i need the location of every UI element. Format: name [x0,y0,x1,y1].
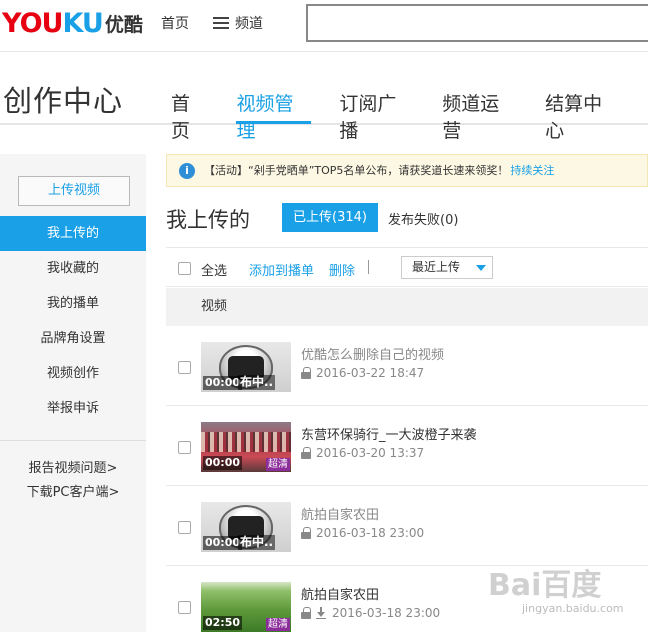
baidu-watermark-url: jingyan.baidu.com [522,602,624,615]
nav-tab-4[interactable]: 结算中心 [545,89,620,142]
delete-button[interactable]: 删除 [329,260,355,279]
sidebar-item-0[interactable]: 我上传的 [0,216,146,251]
creator-header: 创作中心 首页 视频管理 订阅广播 频道运营 结算中心 [0,53,648,142]
info-icon: i [179,162,195,179]
video-row: 00:00 超清 东营环保骑行_一大波橙子来袭 2016-03-20 13:37 [166,406,648,486]
video-checkbox[interactable] [178,601,191,614]
menu-icon [213,16,229,30]
download-icon [316,607,326,619]
video-date: 2016-03-20 13:37 [316,446,425,460]
section-title: 我上传的 [166,208,250,232]
video-thumbnail[interactable]: 00:00 超清 [201,422,291,472]
select-all-label[interactable]: 全选 [201,260,227,279]
baidu-watermark: Bai百度 [488,568,602,603]
notice-link[interactable]: 持续关注 [510,155,554,186]
publishing-overlay: 布中.. [238,535,276,550]
lock-icon [301,607,311,619]
video-checkbox[interactable] [178,521,191,534]
youku-logo[interactable]: YOU KU 优酷 [2,7,143,39]
sidebar-item-5[interactable]: 举报申诉 [0,391,146,426]
thumb-crowd [201,432,291,452]
video-duration: 02:50 [203,616,243,630]
chevron-down-icon [476,265,486,271]
top-home-link[interactable]: 首页 [161,13,189,33]
lock-icon [301,447,311,459]
video-duration: 00:00 [203,376,243,390]
sidebar-links: 报告视频问题> 下载PC客户端> [0,457,146,505]
logo-ku: KU [62,7,103,39]
video-meta: 2016-03-18 23:00 [301,606,440,620]
sidebar-divider [0,440,146,441]
activity-notice: i 【活动】“剁手党晒单”TOP5名单公布，请获奖道长速来领奖！ 持续关注 [166,154,648,187]
tab-uploaded[interactable]: 已上传(314) [282,203,378,232]
notice-text: 【活动】“剁手党晒单”TOP5名单公布，请获奖道长速来领奖！ [204,164,509,177]
video-date: 2016-03-22 18:47 [316,366,425,380]
video-checkbox[interactable] [178,361,191,374]
tab-failed[interactable]: 发布失败(0) [388,209,458,228]
top-channel-label: 频道 [235,16,263,32]
top-bar: YOU KU 优酷 首页 频道 [0,0,648,52]
video-title[interactable]: 航拍自家农田 [301,584,379,603]
sidebar-link-0[interactable]: 报告视频问题> [0,457,146,481]
sort-dropdown[interactable]: 最近上传 [401,256,493,279]
logo-you: YOU [2,7,63,39]
lock-icon [301,527,311,539]
hd-badge: 超清 [266,458,290,471]
hd-badge: 超清 [266,618,290,631]
nav-tab-3[interactable]: 频道运营 [442,89,517,142]
select-all-checkbox[interactable] [178,262,191,275]
sort-value: 最近上传 [412,260,461,274]
video-meta: 2016-03-20 13:37 [301,446,424,460]
add-to-playlist-button[interactable]: 添加到播单 [249,260,314,279]
upload-video-button[interactable]: 上传视频 [18,176,130,206]
video-date: 2016-03-18 23:00 [316,526,425,540]
sidebar-item-3[interactable]: 品牌角设置 [0,321,146,356]
video-duration: 00:00 [203,456,243,470]
list-toolbar: 全选 添加到播单 删除 最近上传 [166,247,648,287]
video-date: 2016-03-18 23:00 [332,606,441,620]
video-meta: 2016-03-22 18:47 [301,366,424,380]
sidebar: 上传视频 我上传的 我收藏的 我的播单 品牌角设置 视频创作 举报申诉 报告视频问题> 下载… [0,154,146,632]
top-channel-menu[interactable]: 频道 [213,13,263,33]
page-title: 创作中心 [3,84,124,118]
logo-cn: 优酷 [104,13,143,36]
video-meta: 2016-03-18 23:00 [301,526,424,540]
sidebar-item-2[interactable]: 我的播单 [0,286,146,321]
video-title[interactable]: 东营环保骑行_一大波橙子来袭 [301,424,477,443]
search-input[interactable] [306,4,648,42]
video-duration: 00:00 [203,536,243,550]
toolbar-divider [368,260,369,274]
video-title[interactable]: 航拍自家农田 [301,504,379,523]
sidebar-menu: 我上传的 我收藏的 我的播单 品牌角设置 视频创作 举报申诉 [0,216,146,426]
nav-tab-2[interactable]: 订阅广播 [339,89,414,142]
sidebar-link-1[interactable]: 下载PC客户端> [0,481,146,505]
publishing-overlay: 布中.. [238,375,276,390]
video-checkbox[interactable] [178,441,191,454]
nav-tab-0[interactable]: 首页 [171,89,208,142]
video-title[interactable]: 优酷怎么删除自己的视频 [301,344,444,363]
video-thumbnail[interactable]: 00:00 布中.. [201,342,291,392]
nav-tab-1[interactable]: 视频管理 [236,89,312,142]
main-nav: 首页 视频管理 订阅广播 频道运营 结算中心 [171,89,648,142]
sidebar-item-1[interactable]: 我收藏的 [0,251,146,286]
sidebar-item-4[interactable]: 视频创作 [0,356,146,391]
video-row: 00:00 布中.. 航拍自家农田 2016-03-18 23:00 [166,486,648,566]
video-thumbnail[interactable]: 00:00 布中.. [201,502,291,552]
lock-icon [301,367,311,379]
video-row: 00:00 布中.. 优酷怎么删除自己的视频 2016-03-22 18:47 [166,326,648,406]
column-header: 视频 [166,288,648,326]
video-thumbnail[interactable]: 02:50 超清 [201,582,291,632]
